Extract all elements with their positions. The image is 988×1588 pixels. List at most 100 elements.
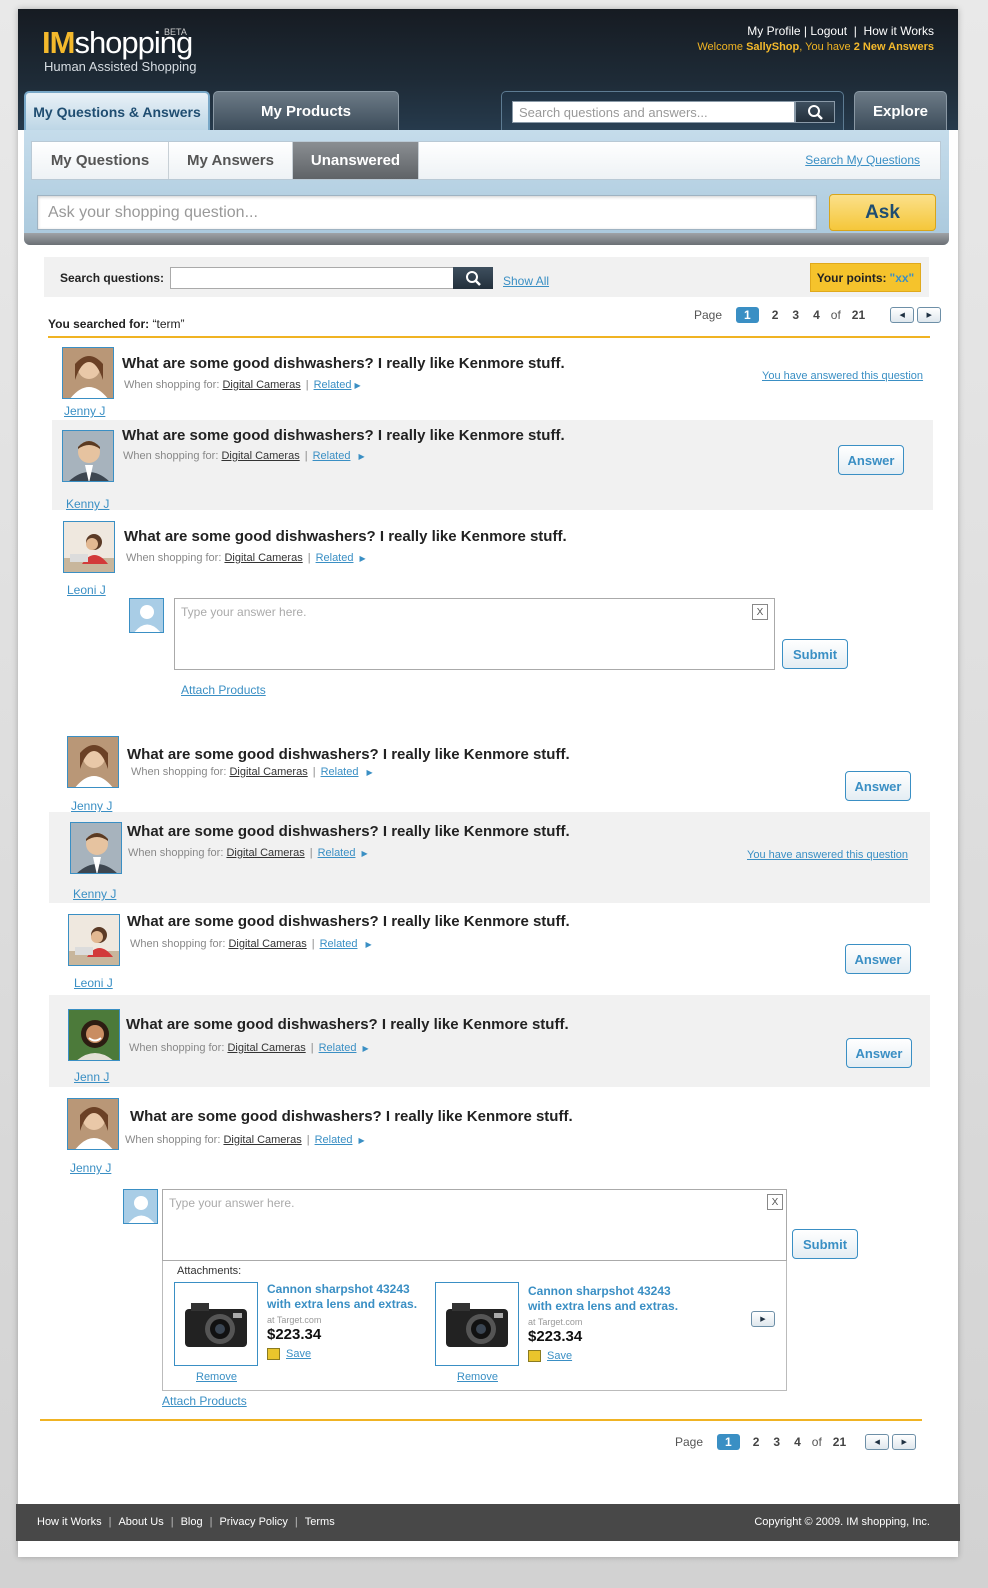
- attach-products-link[interactable]: Attach Products: [181, 683, 266, 697]
- author-link[interactable]: Jenny J: [70, 1161, 140, 1175]
- related-link[interactable]: Related: [314, 379, 352, 391]
- question-title[interactable]: What are some good dishwashers? I really…: [127, 746, 570, 763]
- search-questions-button[interactable]: [453, 267, 493, 289]
- answered-status-link[interactable]: You have answered this question: [762, 370, 923, 382]
- page-current[interactable]: 1: [717, 1434, 740, 1450]
- avatar[interactable]: [68, 1009, 120, 1061]
- tab-my-products[interactable]: My Products: [213, 91, 399, 130]
- tab-my-questions-answers[interactable]: My Questions & Answers: [24, 91, 210, 130]
- product-image[interactable]: [174, 1282, 258, 1366]
- tab-my-questions[interactable]: My Questions: [32, 142, 169, 179]
- my-profile-link[interactable]: My Profile: [747, 24, 800, 38]
- footer-about-us[interactable]: About Us: [118, 1516, 163, 1528]
- category-link[interactable]: Digital Cameras: [223, 1134, 301, 1146]
- answer-button[interactable]: Answer: [845, 771, 911, 801]
- related-link[interactable]: Related: [318, 847, 356, 859]
- next-attachments-button[interactable]: ▶: [751, 1311, 775, 1327]
- category-link[interactable]: Digital Cameras: [226, 847, 304, 859]
- answer-button[interactable]: Answer: [838, 445, 904, 475]
- submit-button[interactable]: Submit: [782, 639, 848, 669]
- tab-my-answers[interactable]: My Answers: [169, 142, 293, 179]
- logo[interactable]: IMshopping BETA Human Assisted Shopping: [42, 25, 196, 74]
- answer-textarea[interactable]: Type your answer here.: [174, 598, 775, 670]
- category-link[interactable]: Digital Cameras: [221, 450, 299, 462]
- related-link[interactable]: Related: [313, 450, 351, 462]
- related-link[interactable]: Related: [321, 766, 359, 778]
- avatar[interactable]: [67, 736, 119, 788]
- category-link[interactable]: Digital Cameras: [229, 766, 307, 778]
- remove-link[interactable]: Remove: [196, 1371, 237, 1383]
- related-link[interactable]: Related: [315, 1134, 353, 1146]
- category-link[interactable]: Digital Cameras: [228, 938, 306, 950]
- author-link[interactable]: Jenny J: [64, 404, 134, 418]
- next-page-button[interactable]: ▶: [917, 307, 942, 323]
- search-my-questions-link[interactable]: Search My Questions: [805, 153, 920, 167]
- question-title[interactable]: What are some good dishwashers? I really…: [122, 355, 565, 372]
- page-link[interactable]: 2: [753, 1435, 760, 1449]
- footer-how-it-works[interactable]: How it Works: [37, 1516, 102, 1528]
- answer-button[interactable]: Answer: [845, 944, 911, 974]
- prev-page-button[interactable]: ◀: [890, 307, 915, 323]
- avatar[interactable]: [62, 430, 114, 482]
- product-title[interactable]: Cannon sharpshot 43243 with extra lens a…: [267, 1282, 437, 1312]
- related-link[interactable]: Related: [319, 1042, 357, 1054]
- footer-privacy-policy[interactable]: Privacy Policy: [219, 1516, 287, 1528]
- footer-blog[interactable]: Blog: [181, 1516, 203, 1528]
- question-title[interactable]: What are some good dishwashers? I really…: [130, 1108, 573, 1125]
- avatar[interactable]: [70, 822, 122, 874]
- page-current[interactable]: 1: [736, 307, 759, 323]
- category-link[interactable]: Digital Cameras: [227, 1042, 305, 1054]
- avatar[interactable]: [67, 1098, 119, 1150]
- page-link[interactable]: 4: [813, 308, 820, 322]
- answer-textarea[interactable]: Type your answer here.: [162, 1189, 787, 1261]
- answer-button[interactable]: Answer: [846, 1038, 912, 1068]
- page-link[interactable]: 4: [794, 1435, 801, 1449]
- close-icon[interactable]: X: [767, 1194, 783, 1210]
- related-link[interactable]: Related: [316, 552, 354, 564]
- avatar[interactable]: [68, 914, 120, 966]
- author-link[interactable]: Leoni J: [67, 583, 137, 597]
- question-title[interactable]: What are some good dishwashers? I really…: [127, 913, 570, 930]
- author-link[interactable]: Jenn J: [74, 1070, 144, 1084]
- avatar[interactable]: [63, 521, 115, 573]
- global-search-input[interactable]: Search questions and answers...: [512, 101, 795, 123]
- question-title[interactable]: What are some good dishwashers? I really…: [127, 823, 570, 840]
- ask-question-input[interactable]: Ask your shopping question...: [37, 195, 817, 230]
- triangle-right-icon: ▶: [358, 452, 365, 461]
- how-it-works-link[interactable]: How it Works: [864, 24, 934, 38]
- question-title[interactable]: What are some good dishwashers? I really…: [122, 427, 565, 444]
- save-link[interactable]: Save: [547, 1350, 572, 1362]
- product-title[interactable]: Cannon sharpshot 43243 with extra lens a…: [528, 1284, 698, 1314]
- question-title[interactable]: What are some good dishwashers? I really…: [124, 528, 567, 545]
- tab-unanswered[interactable]: Unanswered: [293, 142, 419, 179]
- product-image[interactable]: [435, 1282, 519, 1366]
- close-icon[interactable]: X: [752, 604, 768, 620]
- footer-terms[interactable]: Terms: [305, 1516, 335, 1528]
- category-link[interactable]: Digital Cameras: [224, 552, 302, 564]
- question-title[interactable]: What are some good dishwashers? I really…: [126, 1016, 569, 1033]
- prev-page-button[interactable]: ◀: [865, 1434, 890, 1450]
- submit-button[interactable]: Submit: [792, 1229, 858, 1259]
- explore-button[interactable]: Explore: [854, 91, 947, 130]
- global-search-button[interactable]: [795, 101, 835, 123]
- search-questions-input[interactable]: [170, 267, 455, 289]
- category-link[interactable]: Digital Cameras: [222, 379, 300, 391]
- author-link[interactable]: Jenny J: [71, 799, 141, 813]
- next-page-button[interactable]: ▶: [892, 1434, 917, 1450]
- answered-status-link[interactable]: You have answered this question: [747, 849, 908, 861]
- author-link[interactable]: Kenny J: [73, 887, 143, 901]
- logout-link[interactable]: Logout: [810, 24, 847, 38]
- show-all-link[interactable]: Show All: [503, 274, 549, 288]
- avatar[interactable]: [62, 347, 114, 399]
- author-link[interactable]: Leoni J: [74, 976, 144, 990]
- page-link[interactable]: 3: [792, 308, 799, 322]
- remove-link[interactable]: Remove: [457, 1371, 498, 1383]
- ask-button[interactable]: Ask: [829, 194, 936, 231]
- new-answers-link[interactable]: 2 New Answers: [854, 41, 934, 53]
- save-link[interactable]: Save: [286, 1348, 311, 1360]
- page-link[interactable]: 3: [773, 1435, 780, 1449]
- related-link[interactable]: Related: [320, 938, 358, 950]
- page-link[interactable]: 2: [772, 308, 779, 322]
- attach-products-link[interactable]: Attach Products: [162, 1394, 247, 1408]
- author-link[interactable]: Kenny J: [66, 497, 136, 511]
